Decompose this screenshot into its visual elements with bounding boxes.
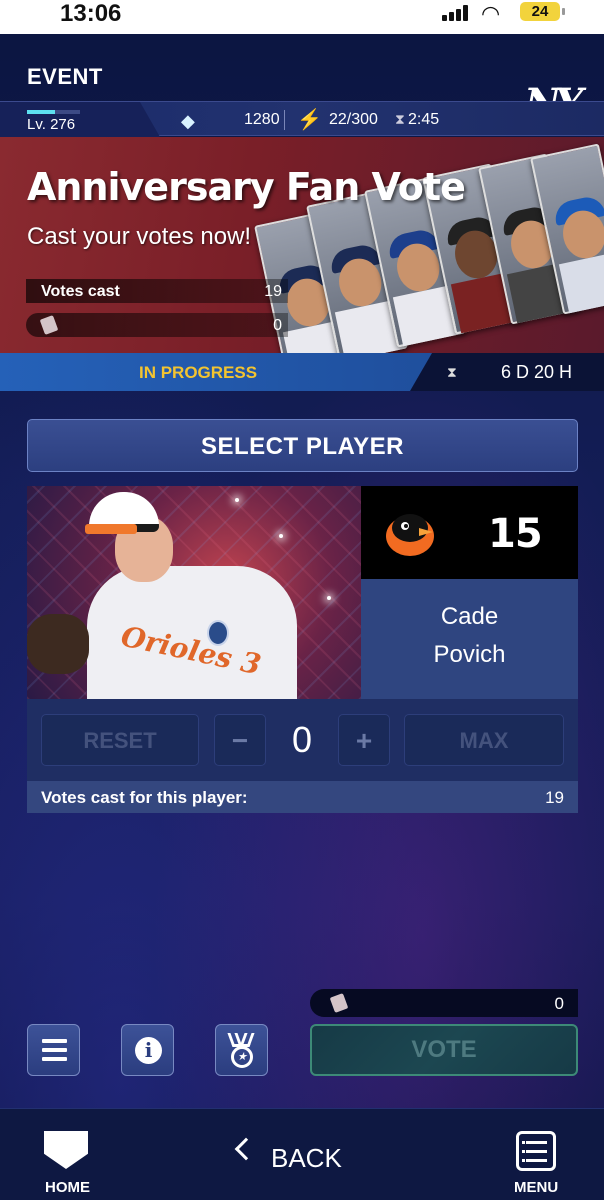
level-box: Lv. 276 bbox=[0, 102, 160, 137]
divider bbox=[284, 110, 285, 130]
player-first-name: Cade bbox=[440, 603, 499, 630]
home-plate-icon bbox=[44, 1131, 88, 1169]
ticket-balance: 0 bbox=[310, 989, 578, 1017]
wifi-icon: ◠ bbox=[481, 1, 501, 26]
ticket-count-row: 0 bbox=[26, 313, 288, 337]
vote-button[interactable]: VOTE bbox=[310, 1024, 578, 1076]
hourglass-icon: ⧗ bbox=[447, 364, 457, 380]
gem-icon: ◆ bbox=[181, 111, 195, 131]
decrement-button[interactable]: − bbox=[214, 714, 266, 766]
time-remaining: 6 D 20 H bbox=[501, 362, 573, 382]
player-votes-row: Votes cast for this player: 19 bbox=[27, 781, 578, 813]
votes-cast-value: 19 bbox=[264, 283, 282, 300]
bottom-nav: HOME BACK MENU bbox=[0, 1108, 604, 1200]
votes-cast-label: Votes cast bbox=[41, 283, 120, 300]
reset-button[interactable]: RESET bbox=[41, 714, 199, 766]
increment-button[interactable]: + bbox=[338, 714, 390, 766]
info-icon: i bbox=[135, 1037, 162, 1064]
level-label: Lv. 276 bbox=[27, 116, 76, 133]
player-photo[interactable]: Orioles 3 bbox=[27, 486, 361, 699]
player-votes-label: Votes cast for this player: bbox=[41, 788, 248, 807]
event-banner: Anniversary Fan Vote Cast your votes now… bbox=[0, 137, 604, 353]
vote-count: 0 bbox=[291, 719, 313, 760]
jersey-number: 15 bbox=[488, 511, 543, 557]
stats-bar: Lv. 276 ◆ 1280 ⚡ 22/300 ⧗ 2:45 bbox=[0, 101, 604, 137]
banner-subtitle: Cast your votes now! bbox=[27, 223, 252, 250]
gem-count: 1280 bbox=[244, 111, 280, 128]
nav-home-label: HOME bbox=[45, 1179, 90, 1196]
energy-timer: 2:45 bbox=[408, 111, 440, 128]
battery-icon: 24 bbox=[520, 2, 565, 21]
event-progress-strip: IN PROGRESS ⧗ 6 D 20 H bbox=[0, 353, 604, 391]
banner-title: Anniversary Fan Vote bbox=[27, 165, 466, 209]
team-number-box: 15 bbox=[361, 486, 578, 579]
status-bar: 13:06 ◠ 24 bbox=[0, 0, 604, 34]
info-button[interactable]: i bbox=[121, 1024, 174, 1076]
ticket-icon bbox=[39, 315, 59, 335]
energy-count: 22/300 bbox=[329, 111, 378, 128]
votes-cast-row: Votes cast 19 bbox=[26, 279, 288, 303]
hourglass-icon: ⧗ bbox=[395, 111, 405, 127]
energy-icon: ⚡ bbox=[297, 109, 322, 131]
vote-controls: RESET − 0 + MAX bbox=[27, 699, 578, 781]
status-time: 13:06 bbox=[60, 0, 122, 27]
ticket-balance-value: 0 bbox=[554, 994, 564, 1013]
max-button[interactable]: MAX bbox=[404, 714, 564, 766]
list-menu-button[interactable] bbox=[27, 1024, 80, 1076]
progress-status: IN PROGRESS bbox=[139, 363, 258, 382]
select-player-button[interactable]: SELECT PLAYER bbox=[27, 419, 578, 472]
ticket-count: 0 bbox=[273, 317, 282, 334]
player-votes-value: 19 bbox=[545, 788, 564, 807]
signal-icon bbox=[442, 5, 472, 21]
player-last-name: Povich bbox=[433, 641, 506, 668]
player-panel: Orioles 3 15 Cade Povich bbox=[27, 486, 578, 699]
level-progress bbox=[27, 110, 80, 114]
player-name-box: Cade Povich bbox=[361, 579, 578, 699]
orioles-logo-icon bbox=[386, 514, 434, 556]
ticket-icon bbox=[329, 993, 349, 1013]
menu-grid-icon bbox=[516, 1131, 556, 1171]
rewards-button[interactable]: ★ bbox=[215, 1024, 268, 1076]
nav-back-label: BACK bbox=[271, 1143, 342, 1173]
page-title: EVENT bbox=[27, 64, 103, 89]
chevron-left-icon bbox=[234, 1137, 258, 1161]
nav-menu-label: MENU bbox=[514, 1179, 559, 1196]
